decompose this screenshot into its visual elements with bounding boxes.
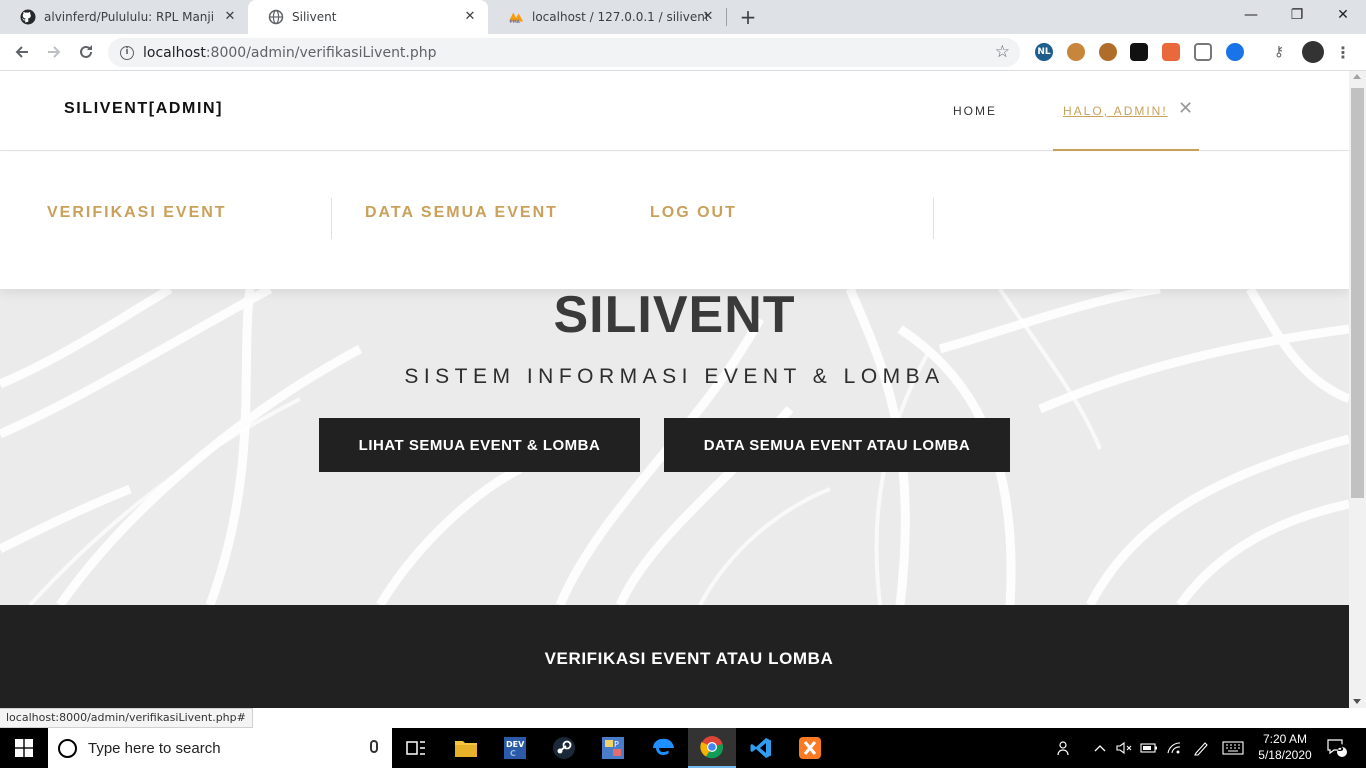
taskbar-clock[interactable]: 7:20 AM 5/18/2020	[1250, 731, 1320, 763]
page-scrollbar[interactable]	[1349, 71, 1366, 708]
edge-icon[interactable]	[638, 728, 686, 768]
tab-separator	[726, 8, 727, 26]
svg-text:P: P	[614, 740, 619, 749]
bookmark-star-icon[interactable]: ☆	[995, 43, 1010, 61]
pen-icon[interactable]	[1190, 728, 1212, 768]
steam-icon[interactable]	[540, 728, 588, 768]
chevron-up-icon[interactable]	[1090, 728, 1110, 768]
file-explorer-icon[interactable]	[442, 728, 490, 768]
svg-text:DEV: DEV	[506, 740, 525, 749]
hero-section: SILIVENT SISTEM INFORMASI EVENT & LOMBA …	[0, 289, 1349, 605]
info-icon[interactable]: i	[120, 45, 134, 60]
admin-dropdown-panel: VERIFIKASI EVENT DATA SEMUA EVENT LOG OU…	[0, 152, 1349, 289]
menu-verifikasi-event[interactable]: VERIFIKASI EVENT	[47, 204, 227, 222]
wifi-icon[interactable]	[1163, 728, 1185, 768]
taskbar-search-input[interactable]: Type here to search	[48, 728, 392, 768]
globe-icon	[268, 9, 284, 25]
extension-dark-icon[interactable]	[1130, 43, 1148, 61]
address-url: localhost:8000/admin/verifikasiLivent.ph…	[143, 44, 437, 61]
profile-avatar[interactable]	[1302, 41, 1324, 63]
windows-taskbar: Type here to search DEV C P 7:20 AM 5/18…	[0, 728, 1366, 768]
lihat-semua-event-button[interactable]: LIHAT SEMUA EVENT & LOMBA	[319, 418, 640, 472]
volume-muted-icon[interactable]	[1114, 728, 1134, 768]
menu-data-semua-event[interactable]: DATA SEMUA EVENT	[365, 204, 558, 222]
menu-divider	[933, 198, 934, 239]
menu-divider	[331, 198, 332, 239]
nav-home-link[interactable]: HOME	[953, 104, 997, 118]
phpmyadmin-icon: PMA	[508, 9, 524, 25]
window-close-button[interactable]: ✕	[1320, 0, 1366, 30]
cookie-icon[interactable]	[1067, 43, 1085, 61]
tab-title: alvinferd/Pulululu: RPL Manjiw	[44, 10, 214, 24]
search-placeholder: Type here to search	[88, 739, 221, 757]
hero-subtitle: SISTEM INFORMASI EVENT & LOMBA	[404, 365, 945, 388]
close-icon[interactable]: ✕	[462, 9, 478, 25]
nav-user-label[interactable]: HALO, ADMIN!	[1063, 104, 1168, 118]
notification-count: 3	[1337, 743, 1344, 754]
cortana-icon	[58, 738, 77, 758]
hero-title: SILIVENT	[553, 289, 796, 344]
restore-button[interactable]: ❐	[1274, 0, 1320, 30]
status-bar-url: localhost:8000/admin/verifikasiLivent.ph…	[0, 708, 253, 728]
flowgorithm-icon[interactable]: P	[589, 728, 637, 768]
section-title: VERIFIKASI EVENT ATAU LOMBA	[544, 649, 834, 668]
xampp-icon[interactable]	[786, 728, 834, 768]
svg-text:PMA: PMA	[510, 19, 521, 24]
chrome-icon[interactable]	[688, 728, 736, 768]
microphone-icon[interactable]	[370, 740, 378, 753]
people-icon[interactable]	[1054, 728, 1076, 768]
browser-toolbar: i localhost:8000/admin/verifikasiLivent.…	[0, 34, 1366, 71]
extension-nl-icon[interactable]: NL	[1035, 43, 1053, 61]
address-bar[interactable]: i localhost:8000/admin/verifikasiLivent.…	[108, 38, 1020, 67]
extension-search-icon[interactable]	[1226, 43, 1244, 61]
cookie-editor-icon[interactable]	[1099, 43, 1117, 61]
keyboard-icon[interactable]	[1219, 728, 1247, 768]
extension-orange-icon[interactable]	[1162, 43, 1180, 61]
tab-github[interactable]: alvinferd/Pulululu: RPL Manjiw ✕	[0, 0, 248, 34]
browser-tab-strip: alvinferd/Pulululu: RPL Manjiw ✕ Siliven…	[0, 0, 1366, 34]
devc-icon[interactable]: DEV C	[491, 728, 539, 768]
clock-time: 7:20 AM	[1262, 732, 1308, 746]
tab-title: Silivent	[292, 10, 337, 24]
clock-date: 5/18/2020	[1258, 748, 1312, 762]
close-icon[interactable]: ✕	[222, 9, 238, 25]
tab-silivent[interactable]: Silivent ✕	[248, 0, 488, 34]
back-icon[interactable]	[10, 40, 34, 64]
vscode-icon[interactable]	[737, 728, 785, 768]
new-tab-button[interactable]: +	[737, 6, 759, 28]
menu-kebab-icon[interactable]: ⋮	[1334, 43, 1352, 62]
menu-log-out[interactable]: LOG OUT	[650, 204, 737, 222]
nav-user-menu[interactable]: HALO, ADMIN! ✕	[1053, 71, 1199, 151]
scroll-down-arrow[interactable]	[1353, 699, 1361, 704]
reload-icon[interactable]	[74, 40, 98, 64]
tab-title: localhost / 127.0.0.1 / silivent / us	[532, 10, 708, 24]
notification-center-icon[interactable]: 3	[1322, 728, 1352, 768]
key-icon[interactable]: ⚷	[1270, 43, 1288, 61]
extension-screen-icon[interactable]	[1194, 43, 1212, 61]
close-icon[interactable]: ✕	[1178, 100, 1193, 118]
page-viewport: SILIVENT[ADMIN] HOME HALO, ADMIN! ✕ VERI…	[0, 71, 1349, 708]
forward-icon[interactable]	[42, 40, 66, 64]
scroll-up-arrow[interactable]	[1353, 74, 1361, 79]
task-view-icon[interactable]	[392, 728, 440, 768]
windows-start-icon[interactable]	[0, 728, 48, 768]
verifikasi-section: VERIFIKASI EVENT ATAU LOMBA	[0, 605, 1349, 708]
battery-icon[interactable]	[1138, 728, 1160, 768]
scrollbar-thumb[interactable]	[1351, 88, 1364, 498]
site-brand[interactable]: SILIVENT[ADMIN]	[64, 100, 223, 118]
minimize-button[interactable]: —	[1228, 0, 1274, 30]
github-icon	[20, 9, 36, 25]
tab-phpmyadmin[interactable]: PMA localhost / 127.0.0.1 / silivent / u…	[488, 0, 726, 34]
site-header: SILIVENT[ADMIN] HOME HALO, ADMIN! ✕	[0, 71, 1349, 151]
close-icon[interactable]: ✕	[700, 9, 716, 25]
svg-text:C: C	[510, 749, 516, 758]
data-semua-event-button[interactable]: DATA SEMUA EVENT ATAU LOMBA	[664, 418, 1010, 472]
